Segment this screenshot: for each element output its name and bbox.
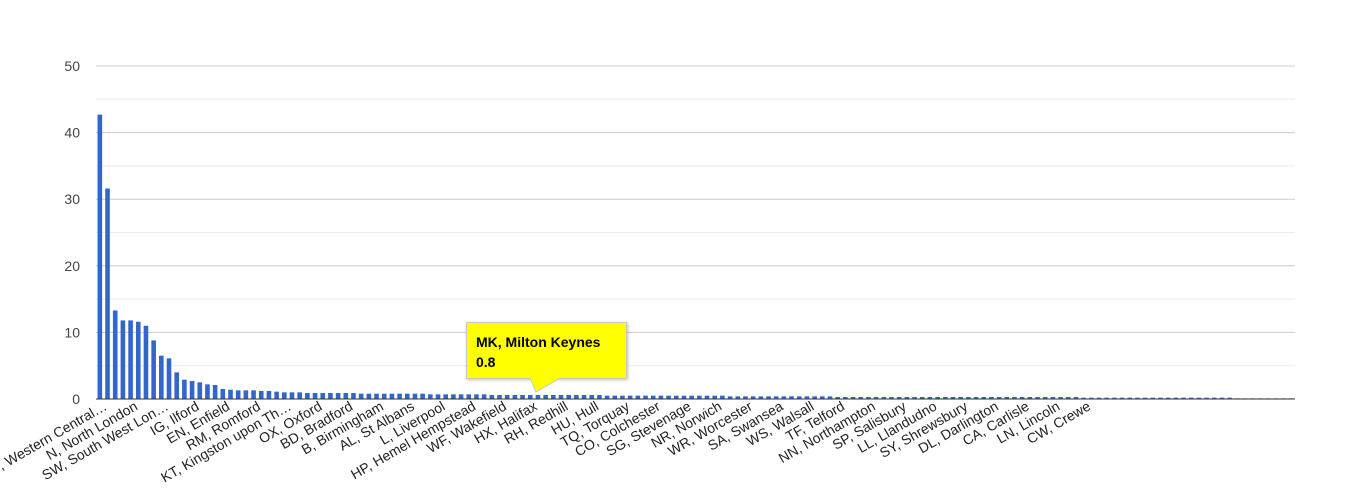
bar[interactable]	[481, 394, 487, 399]
bar[interactable]	[443, 394, 449, 399]
bar[interactable]	[197, 382, 203, 399]
bar[interactable]	[566, 395, 571, 399]
x-axis-labels: WC, Western Central…N, North LondonSW, S…	[0, 398, 1093, 486]
y-tick-label: 40	[64, 125, 80, 141]
bar[interactable]	[174, 372, 180, 399]
tooltip-title: MK, Milton Keynes	[476, 334, 601, 350]
bar[interactable]	[105, 188, 110, 399]
y-tick-label: 10	[64, 324, 80, 340]
bar[interactable]	[574, 395, 579, 399]
bar[interactable]	[412, 393, 418, 399]
bar[interactable]	[243, 390, 249, 399]
bar[interactable]	[258, 391, 264, 399]
bar[interactable]	[351, 393, 356, 399]
bar[interactable]	[166, 358, 172, 399]
bar[interactable]	[266, 391, 272, 399]
bar[interactable]	[320, 393, 326, 399]
bar[interactable]	[205, 384, 210, 399]
bar[interactable]	[543, 395, 548, 399]
bar[interactable]	[551, 395, 556, 399]
bar[interactable]	[597, 395, 602, 399]
bar[interactable]	[143, 325, 149, 399]
bar[interactable]	[328, 393, 333, 399]
bar[interactable]	[512, 395, 518, 399]
bar[interactable]	[458, 394, 464, 399]
bar[interactable]	[358, 393, 364, 399]
bar-chart: 0 10 20 30 40 50 WC, Western Central…N, North…	[0, 58, 1295, 486]
bar[interactable]	[120, 320, 126, 399]
bar[interactable]	[189, 381, 195, 399]
bar-series	[97, 114, 1294, 400]
bar[interactable]	[235, 390, 241, 399]
bar[interactable]	[335, 393, 341, 399]
bar[interactable]	[135, 321, 141, 399]
bar[interactable]	[297, 392, 302, 399]
bar[interactable]	[128, 320, 133, 399]
bar[interactable]	[520, 395, 525, 399]
bar[interactable]	[474, 394, 479, 399]
bar[interactable]	[428, 394, 433, 399]
bar[interactable]	[389, 393, 395, 399]
bar[interactable]	[420, 393, 425, 399]
y-axis-ticks: 0 10 20 30 40 50	[64, 58, 80, 407]
tooltip-value: 0.8	[476, 354, 496, 370]
y-tick-label: 50	[64, 58, 80, 74]
bar[interactable]	[289, 392, 295, 399]
bar[interactable]	[228, 389, 233, 399]
bar[interactable]	[535, 395, 541, 399]
tooltip-pointer	[530, 378, 561, 393]
bar[interactable]	[381, 393, 387, 399]
bar[interactable]	[305, 393, 310, 399]
bar-tooltip: MK, Milton Keynes 0.8	[466, 322, 627, 379]
bar[interactable]	[504, 395, 510, 399]
grid-lines	[96, 65, 1295, 367]
bar[interactable]	[159, 355, 164, 399]
bar[interactable]	[212, 385, 218, 399]
bar[interactable]	[182, 379, 187, 399]
bar[interactable]	[366, 393, 372, 399]
y-tick-label: 0	[72, 391, 80, 407]
bar[interactable]	[97, 114, 103, 400]
bar[interactable]	[274, 391, 279, 399]
y-tick-label: 30	[64, 191, 80, 207]
bar[interactable]	[489, 395, 495, 399]
bar[interactable]	[397, 393, 402, 399]
bar[interactable]	[581, 395, 587, 399]
bar[interactable]	[151, 340, 156, 399]
bar[interactable]	[112, 310, 118, 399]
bar[interactable]	[451, 394, 456, 399]
y-tick-label: 20	[64, 258, 80, 274]
